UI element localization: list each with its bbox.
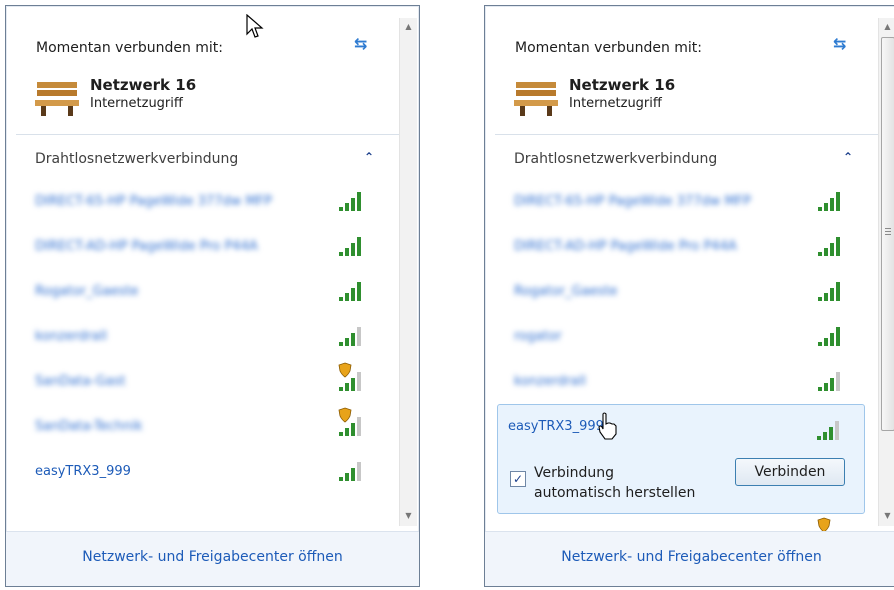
refresh-icon[interactable]: ⇆ [354,34,367,53]
network-list-item[interactable]: easyTRX3_999 [16,452,384,496]
signal-strength-icon [339,327,361,346]
scroll-down-icon[interactable]: ▼ [879,507,894,524]
mouse-cursor-icon [246,14,264,38]
footer: Netzwerk- und Freigabecenter öffnen [6,531,419,586]
network-list-item[interactable]: DIRECT-AD-HP PageWide Pro P44A [16,227,384,271]
footer: Netzwerk- und Freigabecenter öffnen [485,531,894,586]
auto-connect-checkbox[interactable]: ✓ [510,471,526,487]
current-network-status: Internetzugriff [90,96,183,111]
scrollbar[interactable]: ▲ ▼ [399,18,417,526]
thumb-grip [885,231,891,232]
network-name[interactable]: konzerdrall [35,329,107,344]
network-name[interactable]: Rogator_Gaeste [514,284,617,299]
scroll-up-icon[interactable]: ▲ [400,18,417,35]
network-name[interactable]: rogator [514,329,562,344]
auto-connect-label-line2: automatisch herstellen [534,485,696,501]
flyout-content: Momentan verbunden mit: ⇆ Netzwerk 16 In… [495,14,879,533]
hand-cursor-icon [598,412,617,440]
signal-strength-icon [339,192,361,211]
signal-strength-icon [818,282,840,301]
signal-strength-icon [339,462,361,481]
wifi-flyout-left: Momentan verbunden mit: ⇆ Netzwerk 16 In… [5,5,420,587]
signal-strength-icon [339,282,361,301]
signal-strength-icon [818,237,840,256]
signal-strength-icon [339,372,361,391]
network-list-item[interactable]: rogator [495,317,863,361]
scrollbar-thumb[interactable] [881,37,894,431]
expanded-network-item[interactable]: easyTRX3_999 ✓ Verbindung automatisch he… [497,404,865,514]
network-name[interactable]: DIRECT-65-HP PageWide 377dw MFP [514,194,751,209]
flyout-content: Momentan verbunden mit: ⇆ Netzwerk 16 In… [16,14,400,533]
section-title: Drahtlosnetzwerkverbindung [514,151,718,167]
divider [16,134,400,135]
network-list-item[interactable]: DIRECT-65-HP PageWide 377dw MFP [16,182,384,226]
network-bench-icon [35,82,79,116]
scroll-up-icon[interactable]: ▲ [879,18,894,35]
network-bench-icon [514,82,558,116]
signal-strength-icon [818,372,840,391]
network-name[interactable]: konzerdrall [514,374,586,389]
network-list-item[interactable]: SanData-Technik [16,407,384,451]
refresh-icon[interactable]: ⇆ [833,34,846,53]
section-title: Drahtlosnetzwerkverbindung [35,151,239,167]
network-list-item[interactable]: SanData-Gast [16,362,384,406]
network-list-item[interactable]: konzerdrall [495,362,863,406]
thumb-grip [885,228,891,229]
network-list-item[interactable]: DIRECT-65-HP PageWide 377dw MFP [495,182,863,226]
network-list-item[interactable]: Rogator_Gaeste [16,272,384,316]
connected-label: Momentan verbunden mit: [515,40,703,56]
wifi-flyout-right: Momentan verbunden mit: ⇆ Netzwerk 16 In… [484,5,894,587]
scroll-down-icon[interactable]: ▼ [400,507,417,524]
signal-strength-icon [818,327,840,346]
signal-strength-icon [818,192,840,211]
current-network-status: Internetzugriff [569,96,662,111]
divider [495,134,879,135]
signal-strength-icon [817,421,839,440]
auto-connect-label: Verbindung automatisch herstellen [534,463,695,503]
network-name[interactable]: DIRECT-AD-HP PageWide Pro P44A [35,239,258,254]
current-network-name: Netzwerk 16 [90,76,197,94]
connected-label: Momentan verbunden mit: [36,40,224,56]
network-list-item[interactable]: DIRECT-AD-HP PageWide Pro P44A [495,227,863,271]
network-name[interactable]: Rogator_Gaeste [35,284,138,299]
network-list-item[interactable]: Rogator_Gaeste [495,272,863,316]
network-name[interactable]: easyTRX3_999 [35,464,131,479]
signal-strength-icon [339,237,361,256]
network-center-link[interactable]: Netzwerk- und Freigabecenter öffnen [485,549,894,565]
network-name[interactable]: DIRECT-AD-HP PageWide Pro P44A [514,239,737,254]
chevron-up-icon[interactable]: ⌃ [843,150,853,164]
auto-connect-label-line1: Verbindung [534,465,615,481]
signal-strength-icon [339,417,361,436]
network-name[interactable]: DIRECT-65-HP PageWide 377dw MFP [35,194,272,209]
thumb-grip [885,234,891,235]
scrollbar[interactable]: ▲ ▼ [878,18,894,526]
connect-button[interactable]: Verbinden [735,458,845,486]
network-center-link[interactable]: Netzwerk- und Freigabecenter öffnen [6,549,419,565]
network-name[interactable]: easyTRX3_999 [508,419,604,434]
network-name[interactable]: SanData-Technik [35,419,143,434]
current-network-name: Netzwerk 16 [569,76,676,94]
network-name[interactable]: SanData-Gast [35,374,126,389]
network-list-item[interactable]: konzerdrall [16,317,384,361]
chevron-up-icon[interactable]: ⌃ [364,150,374,164]
